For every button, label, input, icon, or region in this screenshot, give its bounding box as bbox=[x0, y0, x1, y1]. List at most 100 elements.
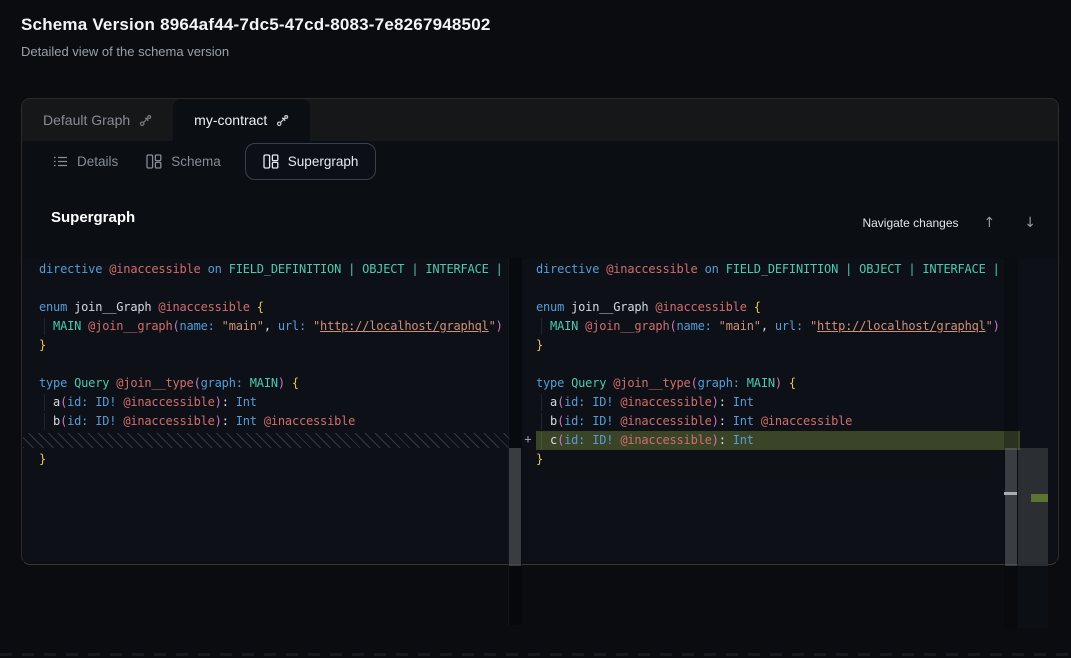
navigate-down-button[interactable]: ↓ bbox=[1020, 214, 1040, 232]
tab-default-graph[interactable]: Default Graph bbox=[22, 99, 173, 141]
bottom-dashed-edge bbox=[0, 653, 1071, 656]
code-token: ) bbox=[215, 395, 222, 409]
code-line: directive @inaccessible on FIELD_DEFINIT… bbox=[39, 260, 510, 279]
code-token: { bbox=[250, 300, 264, 314]
code-token: FIELD_DEFINITION | OBJECT | INTERFACE | bbox=[719, 262, 1000, 276]
code-line bbox=[39, 279, 510, 298]
code-token: @inaccessible bbox=[102, 262, 200, 276]
list-icon bbox=[53, 155, 68, 168]
code-token: " bbox=[803, 319, 817, 333]
split-panels-icon bbox=[263, 154, 279, 169]
code-line: a(id: ID! @inaccessible): Int bbox=[536, 393, 1020, 412]
tab-default-graph-label: Default Graph bbox=[43, 112, 130, 128]
code-line: } bbox=[536, 336, 1020, 355]
tab-my-contract-label: my-contract bbox=[194, 112, 267, 128]
code-line bbox=[39, 355, 510, 374]
code-token: , bbox=[761, 319, 768, 333]
code-token: on bbox=[698, 262, 719, 276]
right-scrollbar-track[interactable] bbox=[1004, 258, 1018, 630]
code-token: " bbox=[489, 319, 496, 333]
code-line: a(id: ID! @inaccessible): Int bbox=[39, 393, 510, 412]
code-token: MAIN bbox=[536, 319, 578, 333]
code-token: ) bbox=[278, 376, 285, 390]
code-token: directive bbox=[536, 262, 599, 276]
code-token: } bbox=[536, 338, 543, 352]
code-token: @join__type bbox=[606, 376, 690, 390]
code-token: "main" bbox=[712, 319, 761, 333]
code-token: @inaccessible bbox=[613, 414, 711, 428]
code-line: type Query @join__type(graph: MAIN) { bbox=[536, 374, 1020, 393]
code-token: { bbox=[747, 300, 761, 314]
code-token: enum bbox=[536, 300, 564, 314]
code-token: id: bbox=[564, 395, 585, 409]
code-token: : bbox=[222, 414, 229, 428]
code-token: join__Graph bbox=[67, 300, 151, 314]
tab-schema[interactable]: Schema bbox=[132, 142, 235, 180]
code-token: b bbox=[536, 414, 557, 428]
code-token: ) bbox=[215, 414, 222, 428]
diff-modified-pane[interactable]: directive @inaccessible on FIELD_DEFINIT… bbox=[524, 259, 1020, 562]
diff-placeholder-line bbox=[23, 433, 510, 448]
left-scrollbar-slider[interactable] bbox=[509, 448, 521, 566]
navigate-changes-label: Navigate changes bbox=[862, 216, 958, 230]
code-token: ) bbox=[712, 395, 719, 409]
code-token: graph: bbox=[698, 376, 740, 390]
code-token: Int bbox=[726, 433, 754, 447]
code-line: directive @inaccessible on FIELD_DEFINIT… bbox=[536, 260, 1020, 279]
code-line: type Query @join__type(graph: MAIN) { bbox=[39, 374, 510, 393]
schema-card: Default Graph my-contract Details bbox=[21, 98, 1059, 565]
minimap-column bbox=[1018, 563, 1048, 628]
code-link[interactable]: http://localhost/graphql bbox=[320, 319, 489, 333]
code-token: } bbox=[536, 452, 543, 466]
code-token: FIELD_DEFINITION | OBJECT | INTERFACE | bbox=[222, 262, 503, 276]
left-scrollbar-track[interactable] bbox=[508, 258, 522, 625]
code-token: : bbox=[222, 395, 229, 409]
code-line bbox=[536, 355, 1020, 374]
code-token: join__Graph bbox=[564, 300, 648, 314]
code-token: ) bbox=[993, 319, 1000, 333]
code-token: ( bbox=[691, 376, 698, 390]
code-line: b(id: ID! @inaccessible): Int @inaccessi… bbox=[39, 412, 510, 431]
code-token: c bbox=[536, 433, 557, 447]
page-title: Schema Version 8964af44-7dc5-47cd-8083-7… bbox=[21, 15, 491, 35]
code-line: enum join__Graph @inaccessible { bbox=[536, 298, 1020, 317]
code-token: @join__graph bbox=[578, 319, 669, 333]
minimap-slider[interactable] bbox=[1018, 448, 1048, 566]
code-token: ) bbox=[496, 319, 503, 333]
code-token: url: bbox=[768, 319, 803, 333]
schema-version-page: Schema Version 8964af44-7dc5-47cd-8083-7… bbox=[0, 0, 1071, 658]
navigate-up-button[interactable]: ↑ bbox=[980, 214, 1000, 232]
code-token: name: bbox=[180, 319, 215, 333]
panel-title: Supergraph bbox=[51, 209, 135, 226]
overview-ruler-marker bbox=[1004, 492, 1017, 495]
right-scrollbar-slider[interactable] bbox=[1005, 448, 1017, 566]
code-token: @inaccessible bbox=[754, 414, 852, 428]
code-token: name: bbox=[677, 319, 712, 333]
code-token: Int bbox=[229, 414, 257, 428]
code-token: } bbox=[39, 452, 46, 466]
code-token: " bbox=[306, 319, 320, 333]
view-sub-tabs: Details Schema Supergraph bbox=[22, 141, 1071, 181]
code-token: @inaccessible bbox=[613, 395, 711, 409]
diff-editor: directive @inaccessible on FIELD_DEFINIT… bbox=[23, 259, 1057, 562]
code-token: ( bbox=[172, 319, 179, 333]
diff-original-pane[interactable]: directive @inaccessible on FIELD_DEFINIT… bbox=[23, 259, 510, 562]
code-token: a bbox=[39, 395, 60, 409]
code-line: MAIN @join__graph(name: "main", url: "ht… bbox=[536, 317, 1020, 336]
code-token: id: bbox=[67, 395, 88, 409]
code-token: @inaccessible bbox=[599, 262, 697, 276]
code-line: b(id: ID! @inaccessible): Int @inaccessi… bbox=[536, 412, 1020, 431]
code-line: } bbox=[39, 336, 510, 355]
code-token: { bbox=[782, 376, 796, 390]
code-token: ID! bbox=[585, 433, 613, 447]
tab-supergraph[interactable]: Supergraph bbox=[245, 143, 377, 180]
tab-my-contract[interactable]: my-contract bbox=[173, 99, 310, 141]
code-token: @join__graph bbox=[81, 319, 172, 333]
code-link[interactable]: http://localhost/graphql bbox=[817, 319, 986, 333]
code-token: ) bbox=[712, 414, 719, 428]
variant-fork-icon bbox=[276, 114, 289, 127]
graph-tab-strip: Default Graph my-contract bbox=[22, 99, 1058, 141]
tab-details[interactable]: Details bbox=[39, 142, 132, 180]
code-line: enum join__Graph @inaccessible { bbox=[39, 298, 510, 317]
code-token: @inaccessible bbox=[151, 300, 249, 314]
